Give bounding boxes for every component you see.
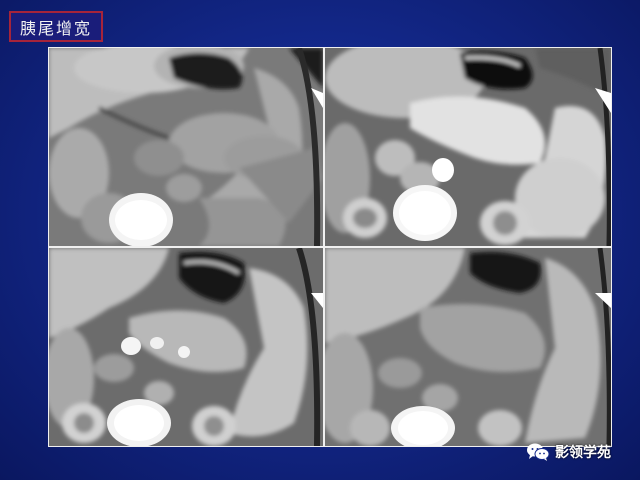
watermark-text: 影领学苑 bbox=[555, 445, 611, 461]
ct-scan-image bbox=[49, 48, 323, 246]
ct-panel-top-right bbox=[325, 48, 611, 246]
ct-scan-image bbox=[325, 48, 611, 246]
slide-title: 胰尾增宽 bbox=[19, 18, 92, 38]
ct-scan-image bbox=[325, 248, 611, 446]
wechat-icon bbox=[527, 443, 550, 461]
watermark: 影领学苑 bbox=[526, 441, 611, 463]
slide-title-box: 胰尾增宽 bbox=[9, 11, 103, 42]
ct-panel-bottom-right bbox=[325, 248, 611, 446]
ct-panel-top-left bbox=[49, 48, 323, 246]
ct-panel-bottom-left bbox=[49, 248, 323, 446]
ct-scan-image bbox=[49, 248, 323, 446]
ct-image-grid bbox=[48, 47, 612, 447]
